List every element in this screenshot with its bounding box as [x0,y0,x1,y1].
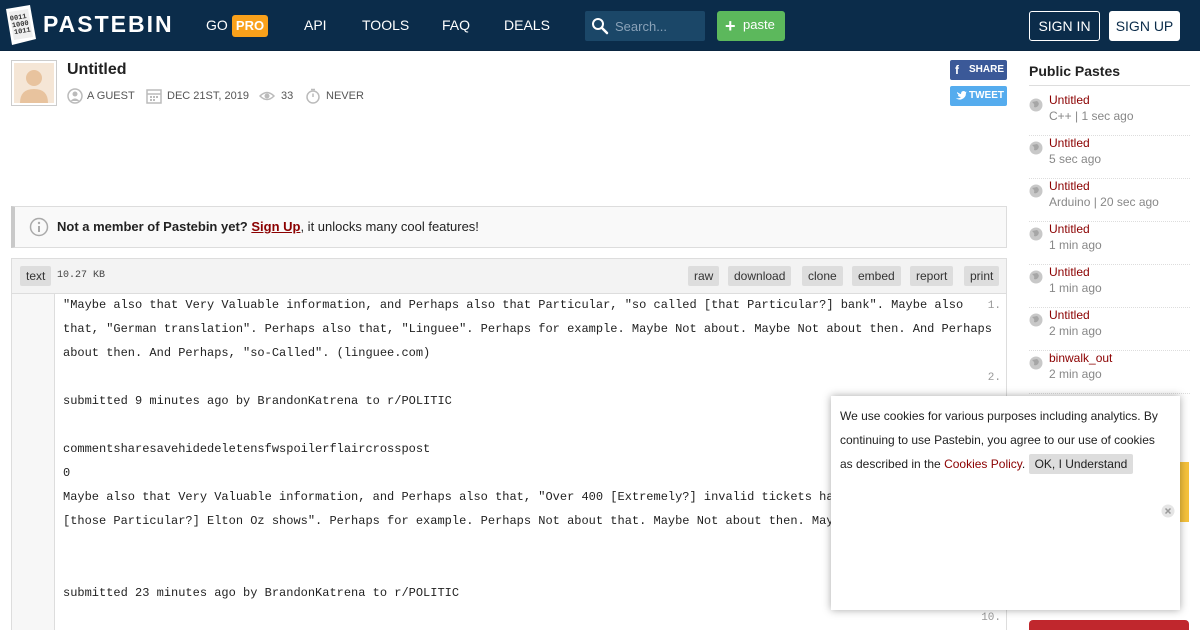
public-paste-meta: 5 sec ago [1049,152,1102,166]
search-icon[interactable] [591,17,609,35]
facebook-icon: f [955,63,959,77]
public-paste-meta: 1 min ago [1049,281,1102,295]
cookie-consent-banner: We use cookies for various purposes incl… [831,396,1180,610]
public-paste-title[interactable]: Untitled [1049,93,1090,107]
public-paste-meta: 2 min ago [1049,367,1102,381]
line-number-gutter [12,294,55,630]
paste-title: Untitled [67,61,127,78]
notice-signup-link[interactable]: Sign Up [251,219,300,234]
embed-button[interactable]: embed [852,266,901,286]
eye-icon [259,91,275,101]
plus-icon: + [725,16,736,36]
cookie-period: . [1021,457,1026,471]
signup-notice: Not a member of Pastebin yet? Sign Up, i… [11,206,1007,248]
public-paste-item[interactable]: Untitled 5 sec ago [1029,136,1190,179]
line-number: 10. [981,612,1001,624]
public-paste-title[interactable]: Untitled [1049,136,1090,150]
pastebin-logo-icon[interactable]: 0011 1000 1011 [4,5,38,45]
new-paste-button[interactable]: + paste [717,11,785,41]
globe-icon [1029,184,1043,198]
paste-size: 10.27 KB [57,270,106,281]
nav-deals[interactable]: DEALS [504,17,550,33]
line-number: 2. [987,372,1001,384]
guest-avatar [11,60,57,106]
cookie-message: We use cookies for various purposes incl… [840,404,1170,476]
new-paste-label: paste [743,17,775,32]
notice-tail: , it unlocks many cool features! [300,219,479,234]
public-paste-item[interactable]: Untitled 1 min ago [1029,265,1190,308]
divider [1029,85,1190,86]
top-navbar: 0011 1000 1011 PASTEBIN GO PRO API TOOLS… [0,0,1200,51]
paste-expiry: NEVER [326,90,364,102]
sidebar-ad-banner-2[interactable] [1029,620,1189,630]
nav-api[interactable]: API [304,17,327,33]
globe-icon [1029,270,1043,284]
public-paste-title[interactable]: Untitled [1049,308,1090,322]
sign-up-button[interactable]: SIGN UP [1109,11,1180,41]
public-paste-title[interactable]: binwalk_out [1049,351,1112,365]
public-paste-meta: C++ | 1 sec ago [1049,109,1134,123]
nav-go[interactable]: GO [206,17,228,33]
public-paste-item[interactable]: binwalk_out 2 min ago [1029,351,1190,394]
notice-lead: Not a member of Pastebin yet? [57,219,248,234]
twitter-tweet-button[interactable]: TWEET [950,86,1007,106]
nav-tools[interactable]: TOOLS [362,17,409,33]
paste-date: DEC 21ST, 2019 [167,90,249,102]
logo-wordmark[interactable]: PASTEBIN [43,11,174,38]
globe-icon [1029,141,1043,155]
share-label: SHARE [969,64,1005,75]
calendar-icon [146,89,162,104]
user-icon [67,88,83,104]
search-input[interactable] [615,16,700,36]
cookie-accept-button[interactable]: OK, I Understand [1028,454,1134,474]
twitter-bird-icon [956,91,967,100]
report-button[interactable]: report [910,266,954,286]
public-paste-title[interactable]: Untitled [1049,265,1090,279]
nav-faq[interactable]: FAQ [442,17,470,33]
public-paste-item[interactable]: Untitled C++ | 1 sec ago [1029,93,1190,136]
notice-text: Not a member of Pastebin yet? Sign Up, i… [57,219,479,234]
public-paste-meta: 1 min ago [1049,238,1102,252]
pro-badge[interactable]: PRO [232,15,268,37]
cookies-policy-link[interactable]: Cookies Policy [944,457,1022,471]
raw-button[interactable]: raw [688,266,720,286]
paste-author[interactable]: A GUEST [87,90,135,102]
clone-button[interactable]: clone [802,266,843,286]
download-button[interactable]: download [728,266,792,286]
public-pastes-heading: Public Pastes [1029,63,1121,79]
globe-icon [1029,313,1043,327]
info-icon [29,217,49,237]
paste-views: 33 [281,90,294,102]
sign-in-button[interactable]: SIGN IN [1029,11,1100,41]
code-line: "Maybe also that Very Valuable informati… [63,298,1000,360]
search-box [585,11,705,41]
public-paste-item[interactable]: Untitled 1 min ago [1029,222,1190,265]
globe-icon [1029,227,1043,241]
tweet-label: TWEET [969,90,1004,101]
stopwatch-icon [306,88,320,104]
globe-icon [1029,98,1043,112]
facebook-share-button[interactable]: f SHARE [950,60,1007,80]
public-paste-meta: 2 min ago [1049,324,1102,338]
globe-icon [1029,356,1043,370]
print-button[interactable]: print [964,266,1000,286]
public-paste-item[interactable]: Untitled Arduino | 20 sec ago [1029,179,1190,222]
code-toolbar: text 10.27 KB raw download clone embed r… [12,259,1006,294]
user-silhouette-icon [14,63,54,103]
public-paste-meta: Arduino | 20 sec ago [1049,195,1159,209]
public-paste-title[interactable]: Untitled [1049,179,1090,193]
close-icon[interactable] [1161,504,1175,518]
public-paste-title[interactable]: Untitled [1049,222,1090,236]
public-paste-item[interactable]: Untitled 2 min ago [1029,308,1190,351]
syntax-language-tag[interactable]: text [20,266,52,286]
